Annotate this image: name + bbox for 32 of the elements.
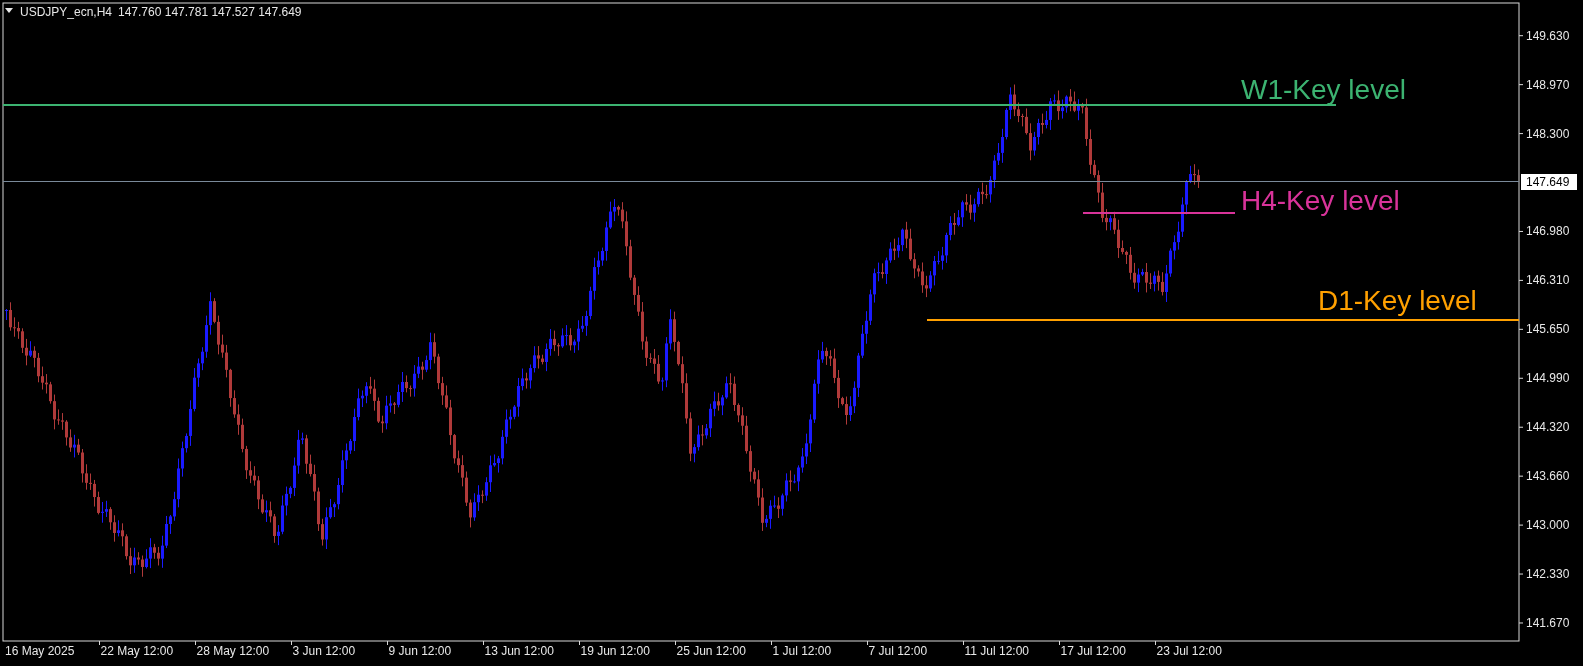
time-tick-label: 13 Jun 12:00: [484, 644, 554, 658]
time-tick-label: 11 Jul 12:00: [964, 644, 1029, 658]
time-tick-label: 7 Jul 12:00: [868, 644, 928, 658]
time-tick-label: 28 May 12:00: [196, 644, 270, 658]
time-tick-label: 17 Jul 12:00: [1060, 644, 1126, 658]
price-tick-label: 144.990: [1526, 371, 1570, 386]
time-tick-label: 1 Jul 12:00: [772, 644, 832, 658]
price-tick-label: 143.660: [1526, 469, 1570, 484]
price-tick-label: 145.650: [1526, 322, 1570, 337]
time-tick-label: 25 Jun 12:00: [676, 644, 746, 658]
dropdown-icon[interactable]: [5, 8, 13, 13]
time-tick-label: 19 Jun 12:00: [580, 644, 650, 658]
ohlc-values: 147.760 147.781 147.527 147.649: [118, 5, 302, 19]
symbol-title: USDJPY_ecn,H4: [20, 5, 113, 19]
price-tick-label: 148.300: [1526, 126, 1570, 141]
price-tick-label: 148.970: [1526, 77, 1570, 92]
price-tick-label: 144.320: [1526, 420, 1570, 435]
time-tick-label: 16 May 2025: [5, 644, 75, 658]
key-level-label: W1-Key level: [1241, 74, 1406, 105]
price-tick-label: 143.000: [1526, 518, 1570, 533]
time-tick-label: 23 Jul 12:00: [1156, 644, 1222, 658]
price-tick-label: 149.630: [1526, 28, 1570, 43]
price-tick-label: 146.310: [1526, 273, 1570, 288]
time-tick-label: 22 May 12:00: [100, 644, 174, 658]
current-price-tag: 147.649: [1521, 174, 1577, 190]
price-tick-label: 146.980: [1526, 224, 1570, 239]
key-level-label: D1-Key level: [1318, 285, 1477, 316]
key-level-label: H4-Key level: [1241, 185, 1400, 216]
price-tick-label: 141.670: [1526, 616, 1570, 630]
time-tick-label: 9 Jun 12:00: [388, 644, 452, 658]
time-tick-label: 3 Jun 12:00: [292, 644, 356, 658]
price-tick-label: 142.330: [1526, 567, 1570, 582]
